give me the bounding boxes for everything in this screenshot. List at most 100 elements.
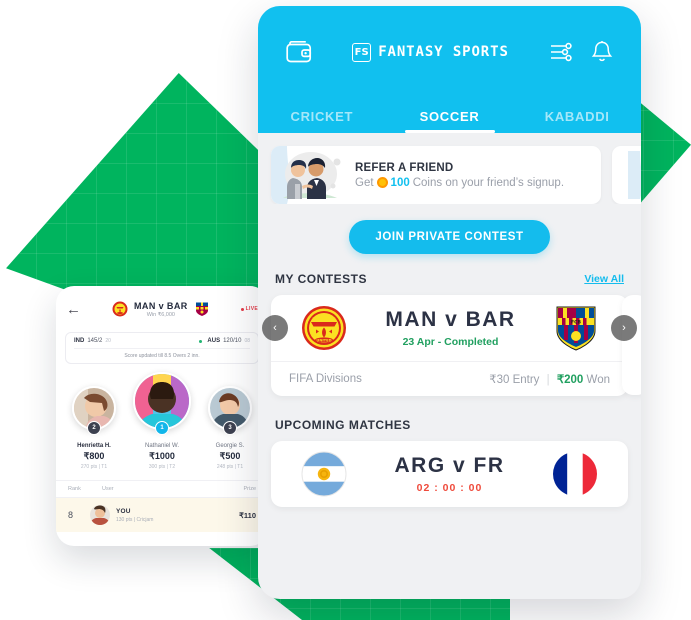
banner-subtitle: Get 100 Coins on your friend’s signup. <box>355 177 564 189</box>
carousel-prev-button[interactable]: ‹ <box>262 315 288 341</box>
player-avatar-wrap: 3 <box>208 386 252 435</box>
player-avatar-wrap: 1 <box>133 372 191 435</box>
my-contests-header: MY CONTESTS View All <box>258 268 641 295</box>
refer-a-friend-banner[interactable]: REFER A FRIEND Get 100 Coins on your fri… <box>271 146 601 204</box>
row-rank: 8 <box>68 510 74 520</box>
banner-text: REFER A FRIEND Get 100 Coins on your fri… <box>349 162 564 189</box>
svg-text:MANCHESTER: MANCHESTER <box>312 317 336 321</box>
tab-soccer[interactable]: SOCCER <box>386 109 514 133</box>
live-badge: LIVE <box>240 306 258 312</box>
live-label: LIVE <box>245 306 258 312</box>
contest-card[interactable]: UNITED MANCHESTER MAN v BAR 23 Apr - Com… <box>271 295 628 396</box>
argentina-flag-icon <box>301 451 347 497</box>
tab-cricket[interactable]: CRICKET <box>258 109 386 133</box>
player-rank-badge: 1 <box>155 421 169 435</box>
sliders-icon[interactable] <box>549 42 573 62</box>
upcoming-card-center: ARG v FR 02 : 00 : 00 <box>347 454 552 494</box>
promo-banner-carousel: REFER A FRIEND Get 100 Coins on your fri… <box>258 133 641 204</box>
upcoming-match-name: ARG v FR <box>394 454 505 477</box>
contest-status: 23 Apr - Completed <box>402 336 499 348</box>
table-row[interactable]: 8 YOU 130 pts | Cricjam ₹110 <box>56 498 268 532</box>
fc-barcelona-crest-icon: FCB <box>556 306 596 351</box>
score-bar: IND 145/2 20 AUS 120/10 08 Score updated… <box>65 332 259 364</box>
wallet-icon[interactable] <box>286 41 312 63</box>
promo-banner-next[interactable] <box>612 146 641 204</box>
avatar-image <box>90 505 110 525</box>
fc-barcelona-crest-icon <box>195 302 208 316</box>
row-user-sub: 130 pts | Cricjam <box>116 516 154 523</box>
player-card[interactable]: 3 Georgie S. ₹500 248 pts | T1 <box>200 386 260 470</box>
row-user: YOU 130 pts | Cricjam <box>90 505 216 525</box>
team-a-runs: 145/2 <box>87 338 103 344</box>
contest-league: FIFA Divisions <box>289 373 362 385</box>
left-phone-match-title: MAN v BAR Win ₹6,000 <box>87 301 235 318</box>
player-name: Nathaniel W. <box>144 443 180 449</box>
player-amount: ₹500 <box>219 451 241 461</box>
join-private-contest-wrap: JOIN PRIVATE CONTEST <box>258 204 641 268</box>
manchester-united-crest-icon <box>112 301 128 317</box>
bell-icon[interactable] <box>591 40 613 64</box>
team-b-overs: 08 <box>244 338 250 344</box>
section-title-my-contests: MY CONTESTS <box>275 272 367 286</box>
prize-label: Win ₹6,000 <box>146 311 175 318</box>
contest-entry-and-winning: ₹30 Entry | ₹200 Won <box>489 372 610 386</box>
banner-title: REFER A FRIEND <box>355 161 454 174</box>
illustration-image <box>271 146 349 204</box>
app-header-icons: FS FANTASY SPORTS <box>258 6 641 98</box>
svg-text:UNITED: UNITED <box>316 338 331 342</box>
player-amount: ₹800 <box>83 451 105 461</box>
carousel-next-button[interactable]: › <box>611 315 637 341</box>
column-header-rank: Rank <box>68 486 81 492</box>
player-avatar-wrap: 2 <box>72 386 116 435</box>
app-top-bar: FS FANTASY SPORTS CRICKET SOCCER KABADDI <box>258 6 641 133</box>
tab-kabaddi[interactable]: KABADDI <box>513 109 641 133</box>
join-private-contest-button[interactable]: JOIN PRIVATE CONTEST <box>349 220 550 254</box>
player-card[interactable]: 2 Henrietta H. ₹800 270 pts | T1 <box>64 386 124 470</box>
carousel-next-card-peek[interactable] <box>622 295 641 395</box>
contest-entry-fee: ₹30 Entry <box>489 374 540 386</box>
two-friends-illustration-icon <box>271 146 349 204</box>
row-prize: ₹110 <box>239 510 256 520</box>
composition-stage: ← MAN v BAR Win ₹6,000 LIVE IND 145/2 20… <box>0 0 691 620</box>
column-header-user: User <box>102 486 114 492</box>
team-b-score: AUS 120/10 08 <box>199 338 250 344</box>
brand-mark-icon: FS <box>352 42 372 62</box>
match-name: MAN v BAR <box>134 300 188 311</box>
view-all-link[interactable]: View All <box>584 273 624 285</box>
player-points: 270 pts | T1 <box>80 464 108 470</box>
avatar <box>90 505 110 525</box>
contest-won-amount: ₹200 <box>556 374 584 386</box>
my-contests-carousel: UNITED MANCHESTER MAN v BAR 23 Apr - Com… <box>258 295 641 396</box>
match-countdown-timer: 02 : 00 : 00 <box>416 482 483 494</box>
upcoming-match-card[interactable]: ARG v FR 02 : 00 : 00 <box>271 441 628 507</box>
upcoming-matches-list: ARG v FR 02 : 00 : 00 <box>258 441 641 507</box>
left-phone-screen: ← MAN v BAR Win ₹6,000 LIVE IND 145/2 20… <box>56 286 268 546</box>
player-rank-badge: 2 <box>87 421 101 435</box>
banner-sub-prefix: Get <box>355 176 374 189</box>
contest-card-body: UNITED MANCHESTER MAN v BAR 23 Apr - Com… <box>271 295 628 361</box>
player-amount: ₹1000 <box>149 451 175 461</box>
contest-card-footer: FIFA Divisions ₹30 Entry | ₹200 Won <box>271 361 628 396</box>
contest-won-label: Won <box>586 374 610 386</box>
score-update-note: Score updated till 8.5 Overs 2 inn. <box>74 348 250 359</box>
leaderboard-header-row: Rank User Prize <box>56 480 268 498</box>
team-a-score: IND 145/2 20 <box>74 338 111 344</box>
svg-text:FCB: FCB <box>571 320 582 326</box>
team-b-runs: 120/10 <box>223 338 242 344</box>
separator: | <box>546 374 550 386</box>
section-title-upcoming: UPCOMING MATCHES <box>275 418 411 432</box>
score-row: IND 145/2 20 AUS 120/10 08 <box>74 338 250 344</box>
player-rank-badge: 3 <box>223 421 237 435</box>
back-arrow-icon[interactable]: ← <box>66 302 81 317</box>
team-a-name: IND <box>74 338 85 344</box>
contest-match-name: MAN v BAR <box>385 308 516 331</box>
app-content: REFER A FRIEND Get 100 Coins on your fri… <box>258 133 641 507</box>
app-brand: FS FANTASY SPORTS <box>312 42 549 62</box>
france-flag-icon <box>553 452 597 496</box>
row-user-name: YOU <box>116 507 131 515</box>
live-dot-icon <box>240 307 244 311</box>
left-phone-header: ← MAN v BAR Win ₹6,000 LIVE <box>56 286 268 332</box>
left-phone-title-text: MAN v BAR Win ₹6,000 <box>134 301 188 318</box>
upcoming-matches-header: UPCOMING MATCHES <box>258 396 641 441</box>
player-card[interactable]: 1 Nathaniel W. ₹1000 300 pts | T2 <box>132 372 192 470</box>
